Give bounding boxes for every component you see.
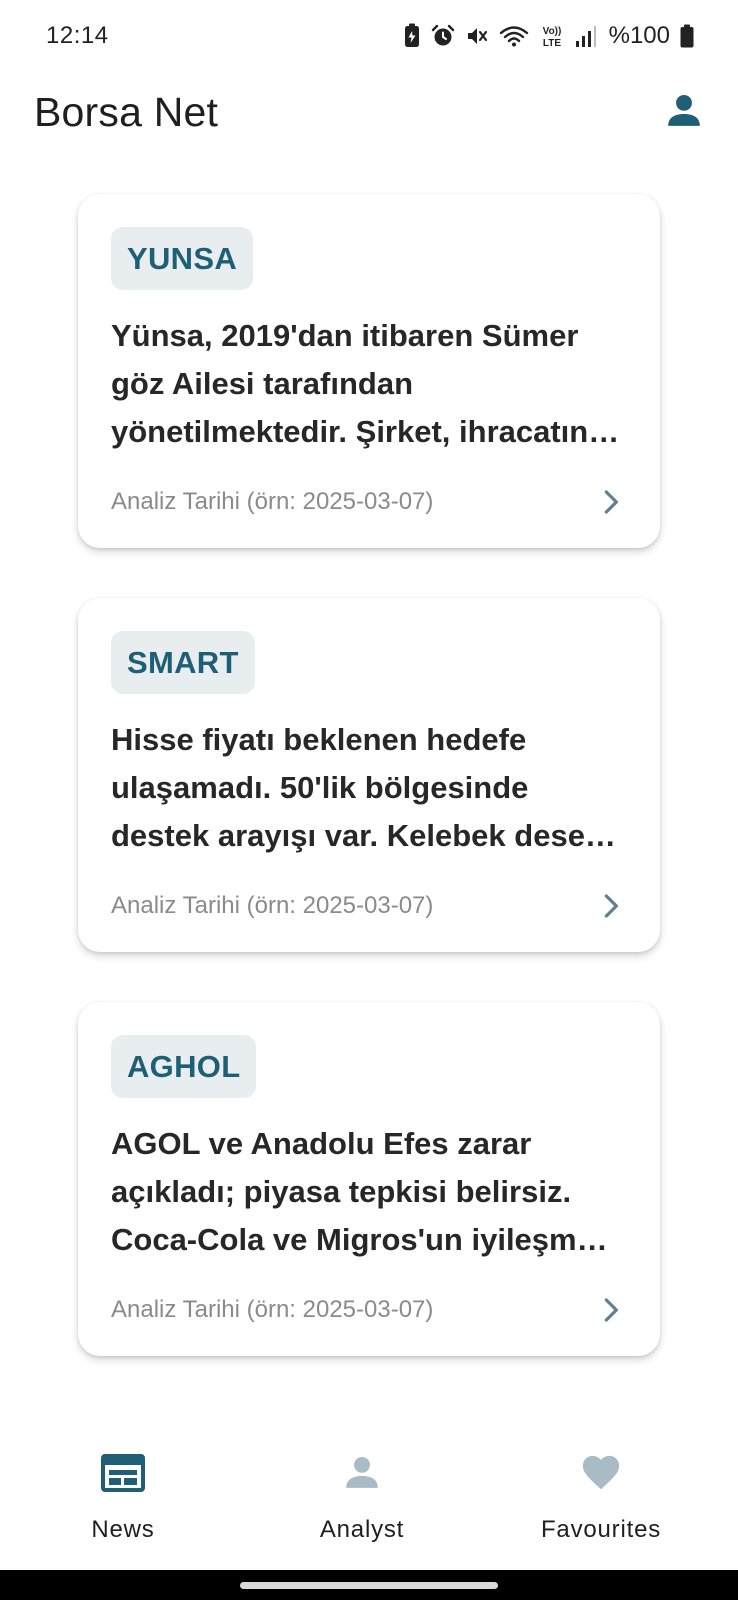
nav-item-news[interactable]: News bbox=[30, 1420, 216, 1570]
battery-saver-icon bbox=[403, 23, 421, 49]
ticker-chip: AGHOL bbox=[111, 1035, 257, 1098]
gesture-handle[interactable] bbox=[240, 1582, 498, 1589]
card-footer: Analiz Tarihi (örn: 2025-03-07) bbox=[111, 1294, 627, 1326]
status-time: 12:14 bbox=[46, 22, 109, 49]
news-card-list: YUNSA Yünsa, 2019'dan itibaren Sümer göz… bbox=[78, 194, 660, 1406]
app-bar: Borsa Net bbox=[0, 80, 738, 144]
svg-text:LTE: LTE bbox=[543, 38, 561, 49]
ticker-chip: SMART bbox=[111, 631, 255, 694]
card-footer: Analiz Tarihi (örn: 2025-03-07) bbox=[111, 486, 627, 518]
analysis-date: Analiz Tarihi (örn: 2025-03-07) bbox=[111, 1296, 434, 1323]
nav-item-favourites[interactable]: Favourites bbox=[508, 1420, 694, 1570]
card-summary: AGOL ve Anadolu Efes zarar açıkladı; piy… bbox=[111, 1126, 608, 1257]
screen: 12:14 Vo)) LTE %100 Borsa Net YUNSA Yüns… bbox=[0, 0, 738, 1600]
svg-text:Vo)): Vo)) bbox=[542, 26, 561, 37]
alarm-icon bbox=[431, 24, 455, 48]
nav-label: Favourites bbox=[540, 1516, 662, 1543]
status-icons: Vo)) LTE %100 bbox=[403, 22, 694, 50]
status-bar: 12:14 Vo)) LTE %100 bbox=[0, 0, 738, 72]
ticker-chip: YUNSA bbox=[111, 227, 254, 290]
analysis-date: Analiz Tarihi (örn: 2025-03-07) bbox=[111, 892, 434, 919]
news-card[interactable]: YUNSA Yünsa, 2019'dan itibaren Sümer göz… bbox=[78, 194, 660, 548]
signal-icon bbox=[575, 24, 597, 48]
newspaper-icon bbox=[101, 1444, 145, 1500]
nav-item-analyst[interactable]: Analyst bbox=[269, 1420, 455, 1570]
analysis-date: Analiz Tarihi (örn: 2025-03-07) bbox=[111, 488, 434, 515]
chevron-right-icon[interactable] bbox=[595, 890, 627, 922]
chevron-right-icon[interactable] bbox=[595, 1294, 627, 1326]
page-title: Borsa Net bbox=[34, 88, 219, 135]
volte-icon: Vo)) LTE bbox=[539, 23, 565, 49]
profile-button[interactable] bbox=[660, 88, 708, 136]
news-card[interactable]: AGHOL AGOL ve Anadolu Efes zarar açıklad… bbox=[78, 1002, 660, 1356]
nav-label: Analyst bbox=[319, 1516, 405, 1543]
battery-percent: %100 bbox=[608, 22, 670, 49]
system-gesture-bar bbox=[0, 1570, 738, 1600]
nav-label: News bbox=[91, 1516, 155, 1543]
mute-icon bbox=[465, 24, 489, 48]
card-summary: Yünsa, 2019'dan itibaren Sümer göz Ailes… bbox=[111, 318, 620, 449]
battery-icon bbox=[680, 24, 694, 48]
bottom-navigation: News Analyst Favourites bbox=[0, 1420, 738, 1570]
news-card[interactable]: SMART Hisse fiyatı beklenen hedefe ulaşa… bbox=[78, 598, 660, 952]
heart-icon bbox=[580, 1444, 622, 1500]
person-icon bbox=[665, 91, 703, 134]
chevron-right-icon[interactable] bbox=[595, 486, 627, 518]
wifi-icon bbox=[499, 24, 529, 48]
person-icon bbox=[343, 1444, 381, 1500]
card-summary: Hisse fiyatı beklenen hedefe ulaşamadı. … bbox=[111, 722, 616, 853]
card-footer: Analiz Tarihi (örn: 2025-03-07) bbox=[111, 890, 627, 922]
